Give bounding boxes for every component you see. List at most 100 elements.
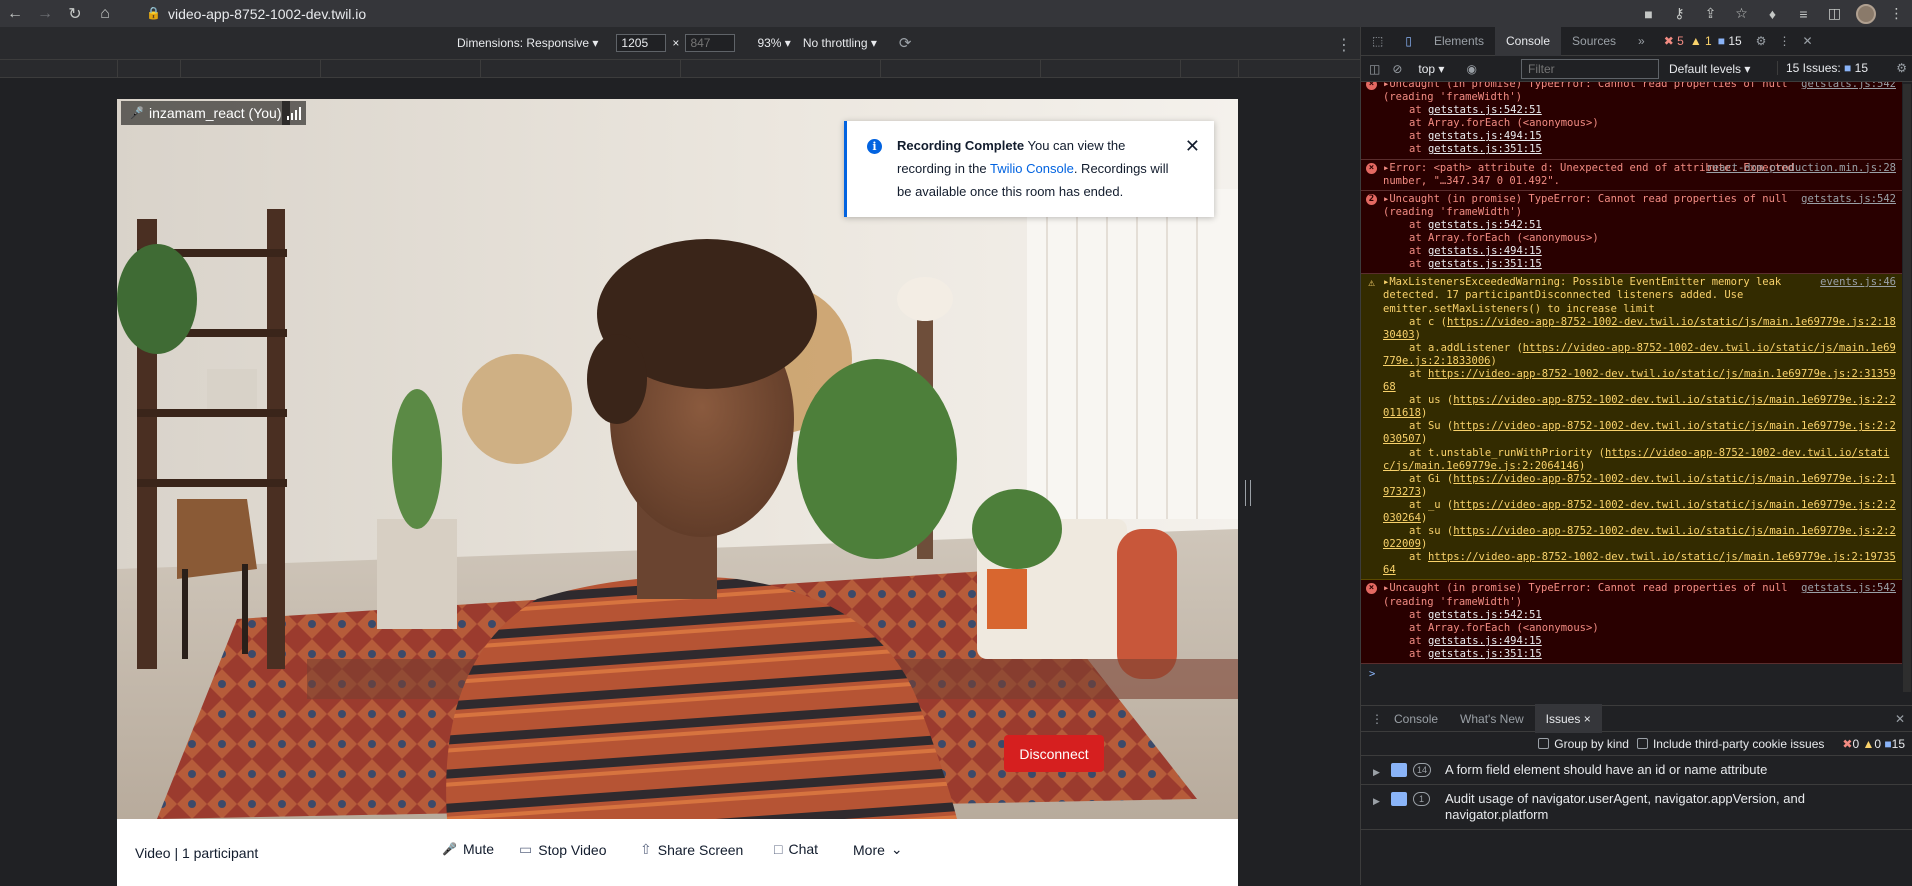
- error-count-badge[interactable]: ✖ 5: [1664, 34, 1684, 48]
- close-tab-icon[interactable]: ×: [1584, 712, 1591, 726]
- width-input[interactable]: [616, 34, 667, 52]
- issue-row[interactable]: ▶ 14 A form field element should have an i…: [1361, 756, 1912, 785]
- more-tabs-icon[interactable]: »: [1627, 27, 1656, 56]
- console-prompt[interactable]: >: [1361, 664, 1902, 685]
- tab-console[interactable]: Console: [1494, 26, 1562, 56]
- drawer-tab-console[interactable]: Console: [1383, 704, 1449, 733]
- stack-link[interactable]: getstats.js:542:51: [1428, 104, 1542, 116]
- settings-icon[interactable]: ⚙: [1756, 34, 1767, 48]
- stack-link[interactable]: getstats.js:494:15: [1428, 635, 1542, 647]
- media-icon[interactable]: ≡: [1788, 0, 1819, 27]
- share-screen-icon: ⇧: [640, 841, 652, 857]
- issues-count-badge[interactable]: ■ 15: [1718, 34, 1742, 48]
- live-expression-icon[interactable]: ◉: [1466, 62, 1476, 76]
- error-icon: ×: [1366, 82, 1377, 90]
- console-settings-icon[interactable]: ⚙: [1896, 61, 1907, 75]
- source-link[interactable]: getstats.js:542: [1801, 193, 1896, 206]
- stack-link[interactable]: https://video-app-8752-1002-dev.twil.io/…: [1383, 316, 1896, 341]
- console-filter-input[interactable]: [1521, 59, 1659, 79]
- group-by-kind-checkbox[interactable]: Group by kind: [1538, 737, 1629, 751]
- console-scrollbar[interactable]: [1903, 84, 1911, 692]
- close-devtools-icon[interactable]: ✕: [1802, 34, 1812, 48]
- close-icon[interactable]: ✕: [1185, 135, 1200, 158]
- device-toggle-icon[interactable]: ▯: [1394, 27, 1423, 56]
- more-button[interactable]: More ⌄: [853, 841, 903, 858]
- inspect-icon[interactable]: ⬚: [1361, 27, 1394, 56]
- sidebar-toggle-icon[interactable]: ◫: [1369, 62, 1380, 76]
- share-screen-button[interactable]: ⇧ Share Screen: [640, 841, 743, 858]
- stack-link[interactable]: getstats.js:351:15: [1428, 143, 1542, 155]
- viewport-resize-handle[interactable]: [1245, 480, 1251, 506]
- browser-toolbar: ← → ↻ ⌂ 🔒 video-app-8752-1002-dev.twil.i…: [0, 0, 1912, 27]
- stack-link[interactable]: getstats.js:494:15: [1428, 130, 1542, 142]
- third-party-checkbox[interactable]: Include third-party cookie issues: [1636, 737, 1824, 751]
- tab-elements[interactable]: Elements: [1423, 27, 1495, 56]
- source-link[interactable]: getstats.js:542: [1801, 582, 1896, 595]
- star-icon[interactable]: ☆: [1726, 0, 1757, 27]
- camera-icon[interactable]: ■: [1633, 0, 1664, 27]
- source-link[interactable]: events.js:46: [1820, 276, 1896, 289]
- console-error[interactable]: × react-dom.production.min.js:28 ▸Error: <…: [1361, 159, 1902, 191]
- stack-link[interactable]: getstats.js:542:51: [1428, 609, 1542, 621]
- stack-link[interactable]: https://video-app-8752-1002-dev.twil.io/…: [1383, 394, 1896, 419]
- source-link[interactable]: react-dom.production.min.js:28: [1706, 162, 1896, 175]
- stop-video-button[interactable]: ▭ Stop Video: [519, 841, 606, 858]
- stack-link[interactable]: getstats.js:542:51: [1428, 219, 1542, 231]
- drawer-tab-issues[interactable]: Issues ×: [1534, 704, 1602, 733]
- rotate-icon[interactable]: ⟳: [899, 34, 912, 52]
- twilio-console-link[interactable]: Twilio Console: [990, 161, 1074, 176]
- console-error[interactable]: × getstats.js:542 ▸Uncaught (in promise) T…: [1361, 82, 1902, 160]
- zoom-dropdown[interactable]: 93% ▾: [757, 36, 790, 50]
- stack-link[interactable]: getstats.js:494:15: [1428, 245, 1542, 257]
- times-sign: ×: [672, 36, 680, 50]
- stack-link[interactable]: https://video-app-8752-1002-dev.twil.io/…: [1383, 551, 1896, 576]
- issue-error-count: 0: [1852, 736, 1860, 751]
- sidepanel-icon[interactable]: ◫: [1819, 0, 1850, 27]
- disconnect-button[interactable]: Disconnect: [1004, 735, 1104, 772]
- stack-link[interactable]: https://video-app-8752-1002-dev.twil.io/…: [1383, 473, 1896, 498]
- back-icon[interactable]: ←: [0, 0, 30, 27]
- console-error[interactable]: 2 getstats.js:542 ▸Uncaught (in promise) T…: [1361, 190, 1902, 275]
- log-levels-dropdown[interactable]: Default levels ▾: [1669, 62, 1750, 76]
- dimensions-dropdown[interactable]: Dimensions: Responsive ▾: [457, 36, 598, 50]
- chat-button[interactable]: □ Chat: [774, 841, 818, 857]
- drawer-menu-icon[interactable]: ⋮: [1371, 712, 1383, 726]
- profile-avatar-button[interactable]: [1850, 0, 1881, 27]
- menu-icon[interactable]: ⋮: [1881, 0, 1912, 27]
- expand-triangle-icon[interactable]: ▶: [1373, 764, 1380, 780]
- forward-icon[interactable]: →: [30, 0, 60, 27]
- drawer-tab-whats-new[interactable]: What's New: [1449, 704, 1535, 733]
- issue-row[interactable]: ▶ 1 Audit usage of navigator.userAgent, na…: [1361, 785, 1912, 830]
- extensions-icon[interactable]: ♦: [1757, 0, 1788, 27]
- issue-text: Audit usage of navigator.userAgent, navi…: [1445, 791, 1805, 822]
- stack-link[interactable]: getstats.js:351:15: [1428, 258, 1542, 270]
- share-icon[interactable]: ⇪: [1695, 0, 1726, 27]
- context-selector[interactable]: top ▾: [1418, 62, 1444, 76]
- expand-triangle-icon[interactable]: ▶: [1373, 793, 1380, 809]
- reload-icon[interactable]: ↻: [60, 0, 90, 27]
- mute-button[interactable]: 🎤 Mute: [442, 841, 494, 857]
- stack-link[interactable]: https://video-app-8752-1002-dev.twil.io/…: [1383, 525, 1896, 550]
- height-input[interactable]: [685, 34, 736, 52]
- address-bar[interactable]: 🔒 video-app-8752-1002-dev.twil.io: [138, 3, 1578, 24]
- console-error[interactable]: × getstats.js:542 ▸Uncaught (in promise) T…: [1361, 580, 1902, 665]
- device-more-icon[interactable]: ⋮: [1336, 35, 1352, 55]
- stack-link[interactable]: https://video-app-8752-1002-dev.twil.io/…: [1383, 368, 1896, 393]
- tab-sources[interactable]: Sources: [1561, 27, 1627, 56]
- stack-link[interactable]: https://video-app-8752-1002-dev.twil.io/…: [1383, 499, 1896, 524]
- throttling-dropdown[interactable]: No throttling ▾: [803, 36, 877, 50]
- devtools-menu-icon[interactable]: ⋮: [1778, 34, 1790, 48]
- lock-icon[interactable]: 🔒: [146, 6, 161, 20]
- home-icon[interactable]: ⌂: [90, 0, 120, 27]
- stack-suffix: ): [1578, 459, 1586, 472]
- close-drawer-icon[interactable]: ✕: [1895, 712, 1905, 726]
- clear-console-icon[interactable]: ⊘: [1392, 62, 1402, 76]
- stack-prefix: at t.unstable_runWithPriority (: [1409, 446, 1605, 459]
- console-warning[interactable]: ⚠ events.js:46 ▸MaxListenersExceededWarnin…: [1361, 274, 1902, 581]
- warning-count-badge[interactable]: ▲ 1: [1690, 34, 1712, 48]
- stack-link[interactable]: getstats.js:351:15: [1428, 648, 1542, 660]
- key-icon[interactable]: ⚷: [1664, 0, 1695, 27]
- issues-button[interactable]: 15 Issues: ■ 15: [1777, 61, 1868, 75]
- source-link[interactable]: getstats.js:542: [1801, 82, 1896, 91]
- stack-link[interactable]: https://video-app-8752-1002-dev.twil.io/…: [1383, 420, 1896, 445]
